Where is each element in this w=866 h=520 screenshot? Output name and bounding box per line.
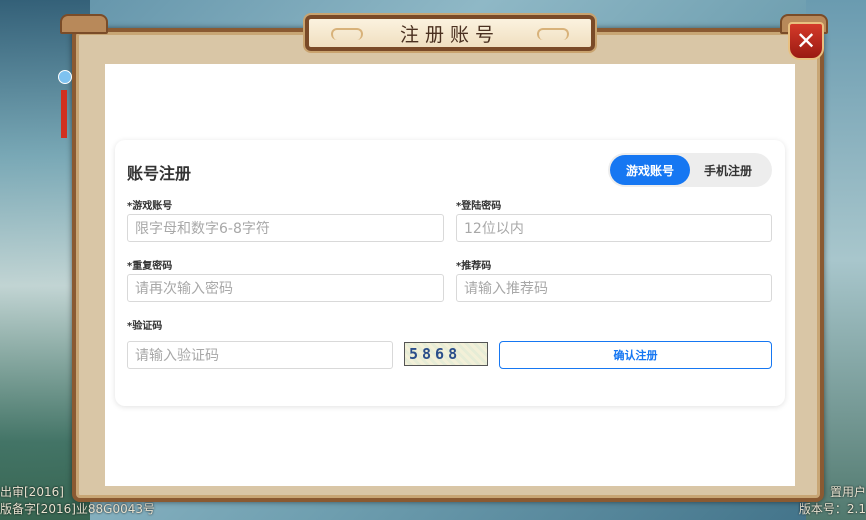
version-line-2: 版本号：2.1: [798, 502, 866, 516]
tab-game-account[interactable]: 游戏账号: [610, 155, 690, 185]
tab-phone-register[interactable]: 手机注册: [688, 155, 768, 185]
close-button[interactable]: ✕: [788, 22, 824, 60]
captcha-input[interactable]: 请输入验证码: [127, 341, 393, 369]
referral-code-input[interactable]: 请输入推荐码: [456, 274, 772, 302]
captcha-image[interactable]: 5868: [404, 342, 488, 366]
frame-corner-left-ornament: [60, 14, 108, 34]
license-line-2: 版备字[2016]业88G0043号: [0, 502, 156, 516]
registration-card: 账号注册 游戏账号 手机注册 *游戏账号 限字母和数字6-8字符 *登陆密码 1…: [115, 140, 785, 406]
dialog-title: 注册账号: [399, 23, 500, 46]
registration-type-toggle: 游戏账号 手机注册: [608, 153, 772, 187]
dialog-title-plate: 注册账号: [305, 15, 595, 51]
password-label: *登陆密码: [456, 201, 502, 212]
captcha-label: *验证码: [127, 321, 163, 332]
confirm-password-input[interactable]: 请再次输入密码: [127, 274, 444, 302]
password-input[interactable]: 12位以内: [456, 214, 772, 242]
confirm-register-button[interactable]: 确认注册: [499, 341, 772, 369]
form-heading: 账号注册: [127, 164, 192, 183]
game-account-label: *游戏账号: [127, 201, 173, 212]
game-account-input[interactable]: 限字母和数字6-8字符: [127, 214, 444, 242]
hanging-ornament-icon: [56, 60, 72, 140]
close-icon: ✕: [795, 27, 817, 55]
referral-code-label: *推荐码: [456, 261, 492, 272]
confirm-password-label: *重复密码: [127, 261, 173, 272]
